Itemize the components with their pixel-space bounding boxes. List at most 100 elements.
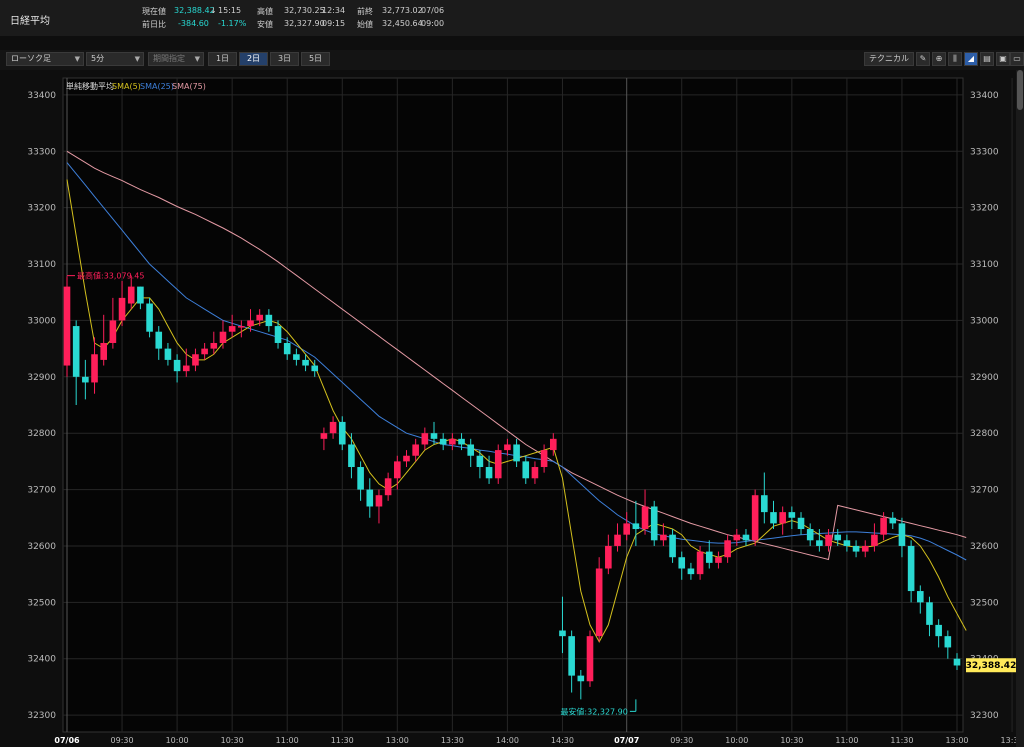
candle-body xyxy=(219,331,227,343)
x-tick-label: 14:00 xyxy=(496,736,519,745)
y-tick-label-right: 33300 xyxy=(970,147,999,157)
candle-settings-icon[interactable]: ⫼ xyxy=(948,52,962,66)
candle-body xyxy=(889,517,897,524)
candle-body xyxy=(293,354,300,360)
area-chart-icon[interactable]: ◢ xyxy=(964,52,978,66)
y-tick-label-right: 33200 xyxy=(970,204,999,214)
y-tick-label-left: 32900 xyxy=(27,373,56,383)
x-tick-label: 10:00 xyxy=(725,736,748,745)
candle-body xyxy=(861,545,869,552)
candle-body xyxy=(549,438,557,451)
candle-body xyxy=(788,512,796,518)
candle-body xyxy=(384,478,392,496)
quote-header: 日経平均 現在値 32,388.42 ↓ 15:15 前日比 -384.60 -… xyxy=(0,0,1024,36)
candle-body xyxy=(210,342,218,349)
zoom-icon[interactable]: ⊕ xyxy=(932,52,946,66)
candle-body xyxy=(348,444,355,468)
candle-body xyxy=(907,545,915,592)
y-tick-label-right: 33400 xyxy=(970,91,999,101)
prev-close-label: 前終 xyxy=(357,7,373,16)
low-time: 09:15 xyxy=(322,19,346,28)
candle-body xyxy=(779,512,786,524)
period-select[interactable]: 期間指定 ▼ xyxy=(148,52,204,66)
y-tick-label-left: 33300 xyxy=(27,147,56,157)
candle-body xyxy=(118,297,126,321)
candle-body xyxy=(898,523,906,546)
high-label: 高値 xyxy=(257,7,273,16)
x-tick-label: 13:00 xyxy=(386,736,409,745)
candle-body xyxy=(467,444,475,456)
pencil-icon[interactable]: ✎ xyxy=(916,52,930,66)
plot-area xyxy=(62,77,964,733)
candlestick-chart[interactable]: 3230032300324003240032500325003260032600… xyxy=(0,70,1016,747)
y-tick-label-right: 32300 xyxy=(970,711,999,721)
candle-body xyxy=(375,495,383,507)
current-value: 32,388.42 xyxy=(174,6,215,15)
candle-body xyxy=(430,433,438,439)
candle-body xyxy=(825,534,832,546)
candle-body xyxy=(852,545,860,552)
save-icon[interactable]: ▣ xyxy=(996,52,1010,66)
y-tick-label-right: 33000 xyxy=(970,316,999,326)
scrollbar-thumb[interactable] xyxy=(1017,70,1023,110)
candle-body xyxy=(605,545,612,569)
y-tick-label-right: 33100 xyxy=(970,260,999,270)
candle-body xyxy=(247,320,254,327)
y-tick-label-left: 33400 xyxy=(27,91,56,101)
x-tick-label: 10:30 xyxy=(780,736,803,745)
legend-entry: SMA(75) xyxy=(172,82,206,91)
y-tick-label-right: 32700 xyxy=(970,486,999,496)
period-value: 期間指定 xyxy=(153,54,185,63)
instrument-title: 日経平均 xyxy=(10,16,50,27)
interval-select[interactable]: 5分 ▼ xyxy=(86,52,144,66)
candle-body xyxy=(366,489,374,507)
candle-body xyxy=(770,512,777,524)
candle-body xyxy=(678,557,686,569)
range-5d-button[interactable]: 5日 xyxy=(301,52,330,66)
candle-body xyxy=(797,517,805,530)
down-arrow-icon: ↓ xyxy=(210,6,217,15)
candle-body xyxy=(705,551,713,563)
last-price-label: 32,388.42 xyxy=(966,661,1016,671)
candle-body xyxy=(623,523,630,535)
candle-body xyxy=(660,534,667,541)
folder-icon[interactable]: ▭ xyxy=(1010,52,1024,66)
x-tick-label: 07/07 xyxy=(614,736,639,745)
y-tick-label-left: 32800 xyxy=(27,429,56,439)
scrollbar[interactable] xyxy=(1016,70,1024,747)
technical-button[interactable]: テクニカル xyxy=(864,52,914,66)
chevron-down-icon: ▼ xyxy=(194,55,200,63)
x-tick-label: 10:00 xyxy=(166,736,189,745)
y-tick-label-right: 32500 xyxy=(970,598,999,608)
candle-body xyxy=(504,444,511,451)
candle-body xyxy=(935,624,942,637)
candle-body xyxy=(192,354,199,366)
open-time: 09:00 xyxy=(421,19,445,28)
x-tick-label: 14:30 xyxy=(551,736,574,745)
candle-body xyxy=(843,540,851,546)
range-3d-button[interactable]: 3日 xyxy=(270,52,299,66)
candle-body xyxy=(816,540,823,546)
range-1d-button[interactable]: 1日 xyxy=(208,52,237,66)
range-2d-button[interactable]: 2日 xyxy=(239,52,268,66)
candle-body xyxy=(127,286,135,304)
candle-body xyxy=(761,495,768,513)
candle-body xyxy=(403,455,410,462)
candle-body xyxy=(494,450,502,479)
candle-body xyxy=(742,534,750,541)
candle-body xyxy=(540,450,548,468)
legend-entry: 単純移動平均 xyxy=(66,81,114,91)
candle-body xyxy=(595,568,603,637)
candle-body xyxy=(182,365,190,372)
y-tick-label-left: 33200 xyxy=(27,204,56,214)
candle-body xyxy=(926,602,933,625)
candle-body xyxy=(522,461,530,479)
print-icon[interactable]: ▤ xyxy=(980,52,994,66)
candle-body xyxy=(916,591,924,603)
x-tick-label: 09:30 xyxy=(670,736,693,745)
chart-type-select[interactable]: ローソク足 ▼ xyxy=(6,52,84,66)
chevron-down-icon: ▼ xyxy=(134,55,140,63)
high-marker-label: 最高値:33,079.45 xyxy=(77,271,144,281)
candle-body xyxy=(531,467,539,479)
high-value: 32,730.25 xyxy=(284,6,325,15)
